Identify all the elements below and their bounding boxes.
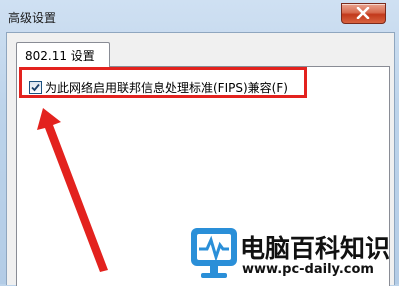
tab-label: 802.11 设置: [25, 49, 95, 63]
watermark-url: www.pc-daily.com: [242, 262, 374, 277]
monitor-logo-icon: [191, 228, 237, 278]
site-watermark: 电脑百科知识 www.pc-daily.com: [190, 225, 399, 284]
watermark-site-name: 电脑百科知识: [240, 234, 391, 263]
tab-802-11-settings[interactable]: 802.11 设置: [16, 42, 110, 67]
